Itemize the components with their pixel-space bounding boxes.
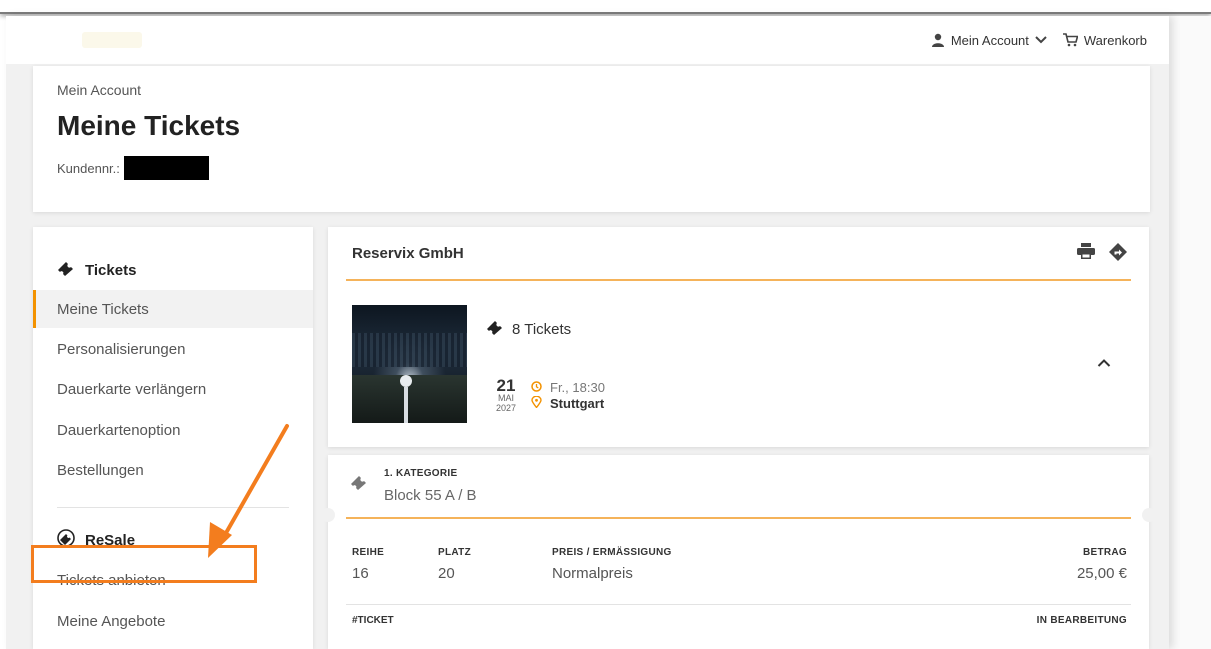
organizer-name: Reservix GmbH xyxy=(352,245,464,262)
cart-button[interactable]: Warenkorb xyxy=(1062,32,1147,48)
event-meta: Fr., 18:30 Stuttgart xyxy=(531,379,605,411)
top-header: Mein Account Warenkorb xyxy=(6,16,1169,64)
row-header: REIHE xyxy=(352,547,385,558)
tickets-section-label: Tickets xyxy=(85,261,137,279)
football xyxy=(400,375,412,387)
breadcrumb[interactable]: Mein Account xyxy=(57,82,141,98)
event-header-divider xyxy=(346,279,1131,281)
account-menu-button[interactable]: Mein Account xyxy=(931,33,1047,48)
price-header: PREIS / ERMÄSSIGUNG xyxy=(552,547,672,558)
amount-value: 25,00 € xyxy=(1076,565,1127,582)
event-city: Stuttgart xyxy=(550,395,605,411)
event-time: Fr., 18:30 xyxy=(550,379,605,395)
cart-icon xyxy=(1062,33,1078,47)
ticket-notch-right xyxy=(1142,508,1156,522)
chevron-down-icon xyxy=(1035,35,1047,45)
event-card: Reservix GmbH 8 Tickets 21 MAI 2027 Fr.,… xyxy=(328,227,1149,447)
event-day: 21 xyxy=(496,376,516,395)
location-pin-icon xyxy=(531,395,542,411)
ticket-header-divider xyxy=(346,517,1131,519)
ticket-status: IN BEARBEITUNG xyxy=(1036,615,1127,626)
ticket-block: Block 55 A / B xyxy=(384,487,477,504)
ticket-count-label: 8 Tickets xyxy=(512,320,572,338)
account-menu-label: Mein Account xyxy=(950,32,1029,48)
customer-number: Kundennr.: xyxy=(57,156,209,180)
page-right-margin xyxy=(1169,16,1211,649)
page-title: Meine Tickets xyxy=(57,110,241,141)
seat-header: PLATZ xyxy=(438,547,471,558)
seat-value: 20 xyxy=(438,565,455,582)
event-time-row: Fr., 18:30 xyxy=(531,379,605,395)
event-location-row: Stuttgart xyxy=(531,395,605,411)
highlight-box xyxy=(31,545,257,583)
event-image[interactable] xyxy=(352,305,467,423)
cart-label: Warenkorb xyxy=(1083,32,1147,48)
ticket-number-label: #TICKET xyxy=(352,615,394,626)
ticket-icon xyxy=(57,260,75,280)
event-actions xyxy=(1077,243,1127,266)
user-icon xyxy=(931,33,945,47)
sidebar-item-personalisierungen[interactable]: Personalisierungen xyxy=(33,330,313,368)
clock-icon xyxy=(531,380,542,395)
account-sidebar: Tickets Meine Tickets Personalisierungen… xyxy=(33,227,313,649)
event-date: 21 MAI 2027 xyxy=(496,377,516,413)
amount-header: BETRAG xyxy=(1082,547,1127,558)
event-month: MAI xyxy=(498,393,515,403)
brand-logo[interactable] xyxy=(82,32,142,48)
ticket-divider xyxy=(346,604,1131,605)
ticket-detail-card: 1. KATEGORIE Block 55 A / B REIHE PLATZ … xyxy=(321,455,1156,649)
pitch-line xyxy=(404,387,408,423)
event-year: 2027 xyxy=(496,403,517,413)
sidebar-item-bestellungen[interactable]: Bestellungen xyxy=(33,451,313,489)
sidebar-item-meine-angebote[interactable]: Meine Angebote xyxy=(33,602,313,640)
chevron-up-icon xyxy=(1097,355,1111,372)
tickets-section-title: Tickets xyxy=(57,260,136,280)
sidebar-item-meine-tickets[interactable]: Meine Tickets xyxy=(33,290,313,328)
window-top-edge xyxy=(0,0,1211,14)
ticket-count: 8 Tickets xyxy=(486,319,571,339)
sidebar-divider xyxy=(57,507,289,508)
sidebar-item-dauerkartenoption[interactable]: Dauerkartenoption xyxy=(33,411,313,449)
ticket-category: 1. KATEGORIE xyxy=(384,468,458,479)
ticket-notch-left xyxy=(321,508,335,522)
customer-number-label: Kundennr.: xyxy=(57,160,120,176)
account-header-card: Mein Account Meine Tickets Kundennr.: xyxy=(33,66,1150,212)
directions-icon[interactable] xyxy=(1109,243,1127,266)
print-icon[interactable] xyxy=(1077,243,1095,266)
sidebar-item-dauerkarte-verlaengern[interactable]: Dauerkarte verlängern xyxy=(33,370,313,408)
price-value: Normalpreis xyxy=(552,565,633,582)
redacted-customer-number xyxy=(123,156,209,180)
ticket-icon xyxy=(486,319,504,339)
ticket-icon xyxy=(350,474,368,495)
row-value: 16 xyxy=(352,565,369,582)
collapse-button[interactable] xyxy=(1097,355,1111,373)
stadium-stands xyxy=(352,333,467,367)
